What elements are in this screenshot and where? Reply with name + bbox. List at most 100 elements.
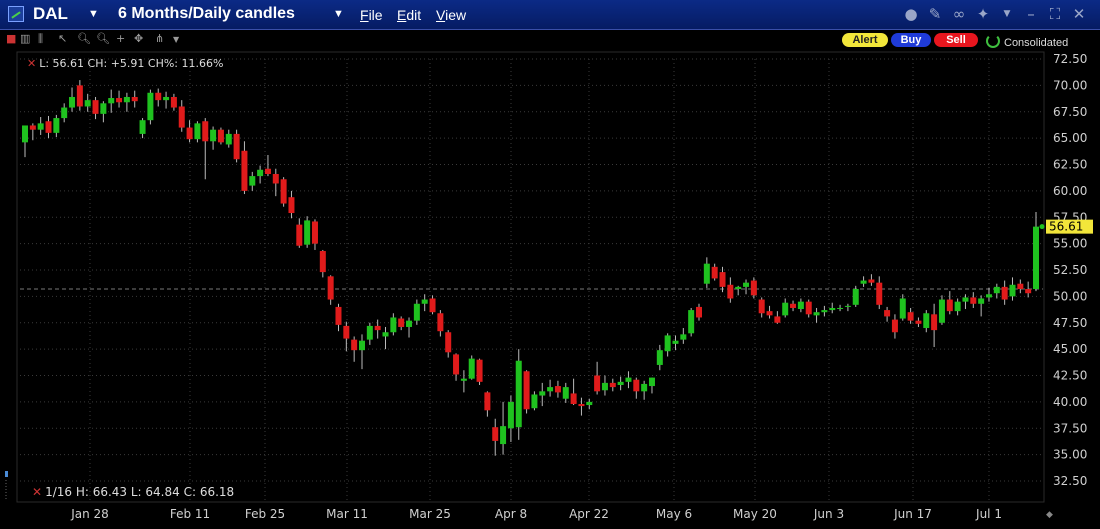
candle-down: [790, 303, 797, 308]
candle-up: [985, 294, 992, 298]
close-info-icon[interactable]: ✕: [32, 485, 42, 499]
candle-down: [719, 272, 726, 287]
close-info-icon[interactable]: ✕: [27, 57, 36, 70]
chat-icon[interactable]: ●: [902, 5, 920, 23]
candle-up: [562, 387, 569, 399]
square-icon[interactable]: ■: [6, 32, 16, 45]
x-tick-label: Mar 11: [326, 507, 368, 521]
candle-down: [116, 98, 123, 103]
hover-candle-info: 1/16 H: 66.43 L: 64.84 C: 66.18: [45, 485, 235, 499]
candle-up: [531, 394, 538, 409]
y-tick-label: 50.00: [1053, 289, 1087, 303]
last-price-marker: [1039, 224, 1045, 230]
candle-up: [163, 96, 170, 101]
menu-file[interactable]: File: [360, 7, 383, 23]
y-tick-label: 37.50: [1053, 421, 1087, 435]
wrench-icon[interactable]: ✎: [926, 5, 944, 23]
candle-down: [202, 121, 209, 142]
candle-down: [241, 150, 248, 191]
candle-down: [891, 319, 898, 333]
candle-up: [860, 280, 867, 284]
candle-up: [993, 286, 1000, 294]
candle-down: [343, 325, 350, 339]
maximize-icon[interactable]: ⛶: [1046, 5, 1064, 23]
y-tick-label: 52.50: [1053, 263, 1087, 277]
y-tick-label: 67.50: [1053, 105, 1087, 119]
scroll-right-icon[interactable]: ◆: [1046, 509, 1053, 520]
menu-edit[interactable]: Edit: [397, 7, 421, 23]
last-price-info: L: 56.61 CH: +5.91 CH%: 11.66%: [39, 57, 224, 70]
x-tick-label: Jun 3: [813, 507, 844, 521]
candle-down: [523, 371, 530, 410]
candle-up: [648, 377, 655, 387]
candle-up: [1033, 226, 1039, 289]
consolidated-toggle[interactable]: Consolidated: [986, 34, 1068, 49]
indicators-icon[interactable]: ⋔: [155, 32, 164, 45]
candle-up: [37, 123, 44, 130]
menu-view[interactable]: View: [436, 7, 466, 23]
x-tick-label: May 6: [656, 507, 692, 521]
candle-down: [633, 379, 640, 392]
candle-up: [515, 360, 522, 428]
consolidated-label: Consolidated: [1004, 37, 1069, 49]
toolbar-dropdown-icon[interactable]: ▼: [173, 35, 179, 44]
candle-up: [797, 301, 804, 310]
refresh-icon: [986, 34, 1000, 48]
zoom-in-icon[interactable]: 🔍︎: [77, 32, 91, 45]
y-tick-label: 45.00: [1053, 342, 1087, 356]
candle-up: [1009, 284, 1016, 297]
more-dropdown-icon[interactable]: ▼: [998, 5, 1016, 23]
candle-up: [703, 263, 710, 284]
candle-up: [382, 332, 389, 337]
candle-up: [821, 310, 828, 313]
candle-up: [923, 313, 930, 329]
candle-down: [1001, 286, 1008, 300]
candle-up: [249, 176, 256, 186]
draw-line-icon[interactable]: ↖: [58, 32, 67, 45]
move-icon[interactable]: ✥: [134, 32, 143, 45]
zoom-out-icon[interactable]: 🔍︎: [96, 32, 110, 45]
price-info-top: ✕ L: 56.61 CH: +5.91 CH%: 11.66%: [27, 57, 223, 70]
period-selector[interactable]: 6 Months/Daily candles: [118, 5, 295, 23]
candle-down: [476, 359, 483, 382]
candle-up: [359, 340, 365, 351]
candles-icon[interactable]: ⫼: [38, 32, 43, 46]
symbol-dropdown-icon[interactable]: ▼: [88, 8, 99, 20]
x-tick-label: Feb 25: [245, 507, 285, 521]
price-chart[interactable]: 72.5070.0067.5065.0062.5060.0057.5055.00…: [0, 50, 1100, 529]
pin-icon[interactable]: ✦: [974, 5, 992, 23]
buy-button[interactable]: Buy: [891, 33, 931, 47]
bars-icon[interactable]: ▥: [20, 32, 30, 45]
candle-up: [61, 107, 68, 119]
candle-up: [978, 298, 985, 304]
candle-down: [170, 96, 177, 108]
candle-up: [641, 383, 648, 392]
candle-up: [194, 123, 201, 140]
candle-down: [805, 301, 812, 315]
candle-up: [625, 377, 632, 382]
candle-down: [946, 299, 953, 312]
alert-button[interactable]: Alert: [842, 33, 888, 47]
crosshair-icon[interactable]: +: [116, 32, 125, 45]
candle-up: [390, 317, 397, 333]
link-icon[interactable]: ∞: [950, 5, 968, 23]
candle-up: [938, 299, 945, 323]
title-bar: DAL ▼ 6 Months/Daily candles ▼ File Edit…: [0, 0, 1100, 30]
candle-down: [931, 314, 938, 331]
sell-button[interactable]: Sell: [934, 33, 978, 47]
candle-down: [774, 316, 781, 323]
candle-down: [484, 392, 491, 411]
close-icon[interactable]: ✕: [1070, 5, 1088, 23]
symbol-selector[interactable]: DAL: [33, 4, 68, 24]
y-tick-label: 40.00: [1053, 395, 1087, 409]
y-tick-label: 72.50: [1053, 52, 1087, 66]
chart-background: [0, 50, 1100, 529]
minimize-icon[interactable]: –: [1022, 5, 1040, 23]
period-dropdown-icon[interactable]: ▼: [333, 8, 344, 20]
candle-up: [547, 387, 554, 392]
candle-up: [366, 325, 373, 340]
candle-down: [131, 96, 138, 102]
last-price-label: 56.61: [1049, 220, 1083, 234]
candle-down: [29, 125, 36, 130]
candle-down: [758, 299, 765, 314]
